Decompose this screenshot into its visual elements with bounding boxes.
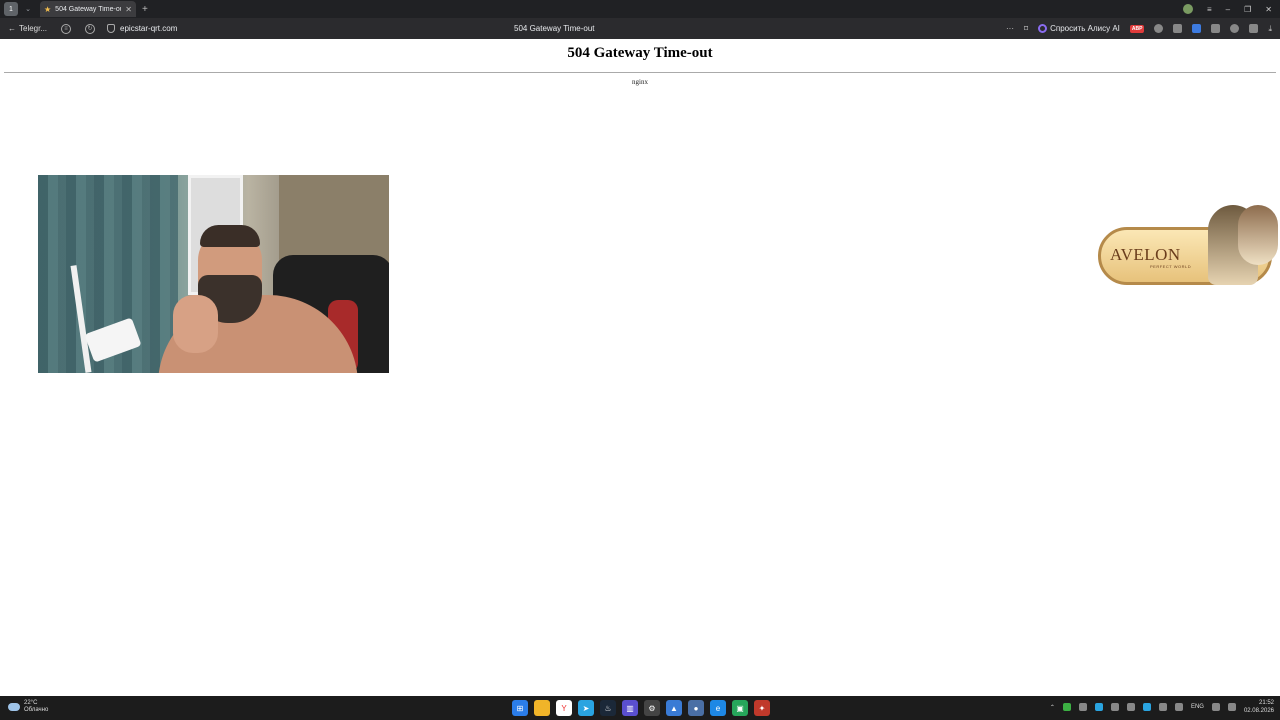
- steam-tray-icon[interactable]: [1110, 703, 1119, 711]
- windows-taskbar: 22°C Облачно ⊞ Y ➤ ♨ ▥ ⚙ ▲ ● e ▣ ✦ ⌃ ENG…: [0, 696, 1280, 720]
- stats-app-icon[interactable]: ▥: [622, 700, 638, 716]
- settings-icon[interactable]: ⚙: [644, 700, 660, 716]
- ask-alisa-button[interactable]: Спросить Алису AI: [1038, 24, 1120, 33]
- tray-blue-icon[interactable]: [1094, 703, 1103, 711]
- extension-blue-icon[interactable]: [1192, 24, 1202, 33]
- file-explorer-icon[interactable]: [534, 700, 550, 716]
- clock-date: 02.08.2026: [1243, 708, 1274, 714]
- weather-condition: Облачно: [24, 707, 49, 713]
- url-text: epicstar-qrt.com: [120, 24, 178, 33]
- bookmark-icon[interactable]: ⌑: [1024, 24, 1028, 33]
- alisa-icon: [1038, 24, 1048, 33]
- edge-icon[interactable]: e: [710, 700, 726, 716]
- language-indicator[interactable]: ENG: [1191, 704, 1204, 710]
- cloud-icon: [8, 703, 20, 711]
- back-button[interactable]: ← Telegr...: [8, 24, 47, 33]
- network-app-icon[interactable]: [1062, 703, 1071, 711]
- telegram-icon[interactable]: ➤: [578, 700, 594, 716]
- menu-icon[interactable]: ≡: [1207, 5, 1212, 14]
- divider: [4, 72, 1276, 73]
- person-hand: [173, 295, 218, 353]
- weather-widget[interactable]: 22°C Облачно: [8, 700, 48, 714]
- weather-temp: 22°C: [24, 700, 38, 706]
- bluetooth-icon[interactable]: [1126, 703, 1135, 711]
- tray-expand-icon[interactable]: ⌃: [1050, 704, 1055, 711]
- collections-icon[interactable]: [1249, 24, 1259, 33]
- page-content: 504 Gateway Time-out nginx AVELON PERFEC…: [0, 39, 1280, 696]
- reload-icon[interactable]: ↻: [85, 23, 96, 34]
- avelon-ad-banner[interactable]: AVELON PERFECT WORLD: [1090, 205, 1280, 289]
- ad-character-2: [1238, 205, 1278, 265]
- address-bar-row: ← Telegr... ≡ ↻ epicstar-qrt.com 504 Gat…: [0, 18, 1280, 39]
- tab-switcher-icon[interactable]: 1: [4, 2, 18, 16]
- shield-icon: [107, 24, 116, 33]
- yandex-browser-icon[interactable]: Y: [556, 700, 572, 716]
- browser-tab[interactable]: ★ 504 Gateway Time-out ✕: [40, 1, 136, 17]
- error-heading: 504 Gateway Time-out: [567, 45, 713, 61]
- system-tray: ⌃ ENG 21:52 02.08.2026: [1050, 699, 1274, 715]
- volume-icon[interactable]: [1227, 703, 1236, 711]
- wifi-icon[interactable]: [1211, 703, 1220, 711]
- ad-logo: AVELON: [1110, 245, 1181, 264]
- extension-b-icon[interactable]: [1173, 24, 1183, 33]
- webcam-overlay: [38, 175, 389, 373]
- tray-app-icon[interactable]: [1078, 703, 1087, 711]
- ad-subtitle: PERFECT WORLD: [1150, 264, 1192, 269]
- page-title-center: 504 Gateway Time-out: [514, 24, 595, 33]
- chat-app-icon[interactable]: ▣: [732, 700, 748, 716]
- clock[interactable]: 21:52 02.08.2026: [1244, 699, 1274, 715]
- download-icon[interactable]: ⤓: [1268, 24, 1272, 34]
- star-icon: ★: [44, 4, 52, 14]
- steam-icon[interactable]: ♨: [600, 700, 616, 716]
- mic-icon[interactable]: [1174, 703, 1183, 711]
- puzzle-icon[interactable]: [1211, 24, 1221, 33]
- minimize-icon[interactable]: –: [1226, 5, 1230, 14]
- extension-icon[interactable]: [1154, 24, 1164, 33]
- usb-icon[interactable]: [1158, 703, 1167, 711]
- telegram-tray-icon[interactable]: [1142, 703, 1151, 711]
- adblock-extension-icon[interactable]: ABP: [1129, 24, 1145, 33]
- maximize-icon[interactable]: ❐: [1244, 5, 1251, 14]
- browser-tab-strip: 1 ⌄ ★ 504 Gateway Time-out ✕ + ≡ – ❐ ✕: [0, 0, 1280, 18]
- media-icon[interactable]: [1230, 24, 1240, 33]
- new-tab-icon[interactable]: +: [142, 4, 148, 15]
- back-arrow-icon: ←: [8, 24, 16, 33]
- url-field[interactable]: epicstar-qrt.com: [107, 24, 177, 33]
- chevron-down-icon[interactable]: ⌄: [22, 5, 34, 13]
- close-icon[interactable]: ✕: [125, 5, 132, 14]
- tab-title: 504 Gateway Time-out: [55, 5, 122, 13]
- app-icon[interactable]: ●: [688, 700, 704, 716]
- back-label: Telegr...: [19, 24, 48, 33]
- windows-start-icon[interactable]: ⊞: [512, 700, 528, 716]
- clock-time: 21:52: [1258, 700, 1274, 706]
- more-icon[interactable]: ···: [1006, 24, 1014, 33]
- alisa-label: Спросить Алису AI: [1050, 24, 1120, 33]
- reader-icon[interactable]: ≡: [61, 23, 72, 34]
- game-app-icon[interactable]: ✦: [754, 700, 770, 716]
- server-name: nginx: [632, 78, 648, 86]
- profile-avatar[interactable]: [1183, 4, 1193, 14]
- person-hair: [200, 225, 260, 247]
- window-close-icon[interactable]: ✕: [1265, 5, 1272, 14]
- photos-icon[interactable]: ▲: [666, 700, 682, 716]
